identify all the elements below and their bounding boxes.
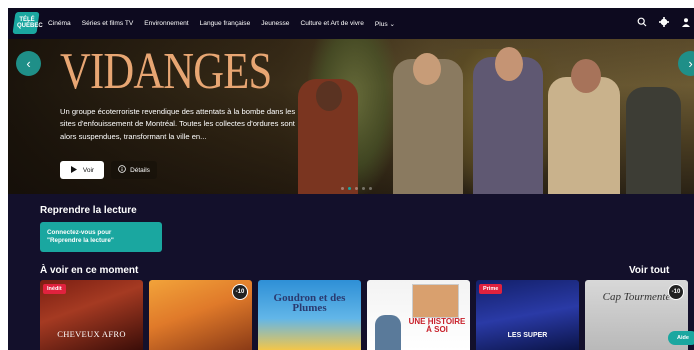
carousel-dot[interactable] xyxy=(341,187,344,190)
play-icon xyxy=(70,165,77,175)
nav-icons xyxy=(636,8,692,39)
hero-person xyxy=(413,53,441,85)
content-row: Inédit CHEVEUX AFRO -10 Goudron et des P… xyxy=(40,280,688,350)
hero-title: VIDANGES xyxy=(60,43,272,100)
play-button-label: Voir xyxy=(82,166,95,174)
hero-person xyxy=(548,77,620,194)
info-icon xyxy=(118,165,126,175)
gear-icon[interactable] xyxy=(658,17,670,30)
nav-link-plus[interactable]: Plus ⌄ xyxy=(375,20,395,28)
card-title: LES SUPER xyxy=(507,332,548,339)
see-all-link[interactable]: Voir tout xyxy=(629,265,669,276)
user-icon[interactable] xyxy=(680,17,692,30)
details-button-label: Détails xyxy=(130,166,150,174)
content-card-les-super[interactable]: Prime LES SUPER xyxy=(476,280,579,350)
nav-link-langue-francaise[interactable]: Langue française xyxy=(200,20,251,27)
nav-link-cinema[interactable]: Cinéma xyxy=(48,20,71,27)
play-button[interactable]: Voir xyxy=(60,161,104,179)
hero-person xyxy=(495,47,523,81)
continue-watching-title: Reprendre la lecture xyxy=(40,205,137,216)
card-title: UNE HISTOIRE À SOI xyxy=(408,317,466,334)
chevron-right-icon: › xyxy=(688,56,693,71)
age-rating-badge: -10 xyxy=(668,284,684,300)
login-to-continue-button[interactable]: Connectez-vous pour "Reprendre la lectur… xyxy=(40,222,162,252)
card-photo xyxy=(375,315,401,350)
age-rating-badge: -10 xyxy=(232,284,248,300)
hero-person xyxy=(571,59,601,93)
nav-link-series-films[interactable]: Séries et films TV xyxy=(82,20,134,27)
carousel-dot[interactable] xyxy=(355,187,358,190)
content-card-goudron[interactable]: Goudron et des Plumes xyxy=(258,280,361,350)
search-icon[interactable] xyxy=(636,17,648,30)
login-label-line1: Connectez-vous pour xyxy=(47,229,112,236)
content-card[interactable]: -10 xyxy=(149,280,252,350)
hero-description: Un groupe écoterroriste revendique des a… xyxy=(60,107,296,141)
now-showing-title: À voir en ce moment xyxy=(40,265,139,276)
login-label-line2: "Reprendre la lecture" xyxy=(47,237,114,244)
nav-link-jeunesse[interactable]: Jeunesse xyxy=(261,20,289,27)
hero-person xyxy=(626,87,681,194)
hero-banner[interactable]: VIDANGES Un groupe écoterroriste revendi… xyxy=(8,39,694,194)
card-title: Goudron et des Plumes xyxy=(273,292,346,314)
chevron-left-icon: ‹ xyxy=(26,56,31,71)
brand-logo[interactable]: TÉLÉ QUÉBEC xyxy=(12,12,43,34)
content-card-une-histoire[interactable]: UNE HISTOIRE À SOI xyxy=(367,280,470,350)
nav-link-environnement[interactable]: Environnement xyxy=(144,20,188,27)
hero-person xyxy=(316,81,342,111)
logo-text: TÉLÉ QUÉBEC xyxy=(17,17,43,29)
carousel-dot[interactable] xyxy=(369,187,372,190)
help-button[interactable]: Aide xyxy=(668,331,694,345)
carousel-prev-button[interactable]: ‹ xyxy=(16,51,41,76)
app-window: TÉLÉ QUÉBEC Cinéma Séries et films TV En… xyxy=(8,8,694,350)
content-card-cheveux-afro[interactable]: Inédit CHEVEUX AFRO xyxy=(40,280,143,350)
new-badge: Inédit xyxy=(43,284,66,294)
carousel-dot-active[interactable] xyxy=(348,187,351,190)
help-label: Aide xyxy=(677,335,689,341)
card-title: CHEVEUX AFRO xyxy=(57,329,126,339)
nav-link-culture[interactable]: Culture et Art de vivre xyxy=(300,20,363,27)
card-photo xyxy=(412,284,459,318)
prime-badge: Prime xyxy=(479,284,503,294)
details-button[interactable]: Détails xyxy=(111,161,157,179)
carousel-dots xyxy=(341,187,372,190)
nav-links: Cinéma Séries et films TV Environnement … xyxy=(48,8,395,39)
carousel-dot[interactable] xyxy=(362,187,365,190)
top-nav: TÉLÉ QUÉBEC Cinéma Séries et films TV En… xyxy=(8,8,694,39)
